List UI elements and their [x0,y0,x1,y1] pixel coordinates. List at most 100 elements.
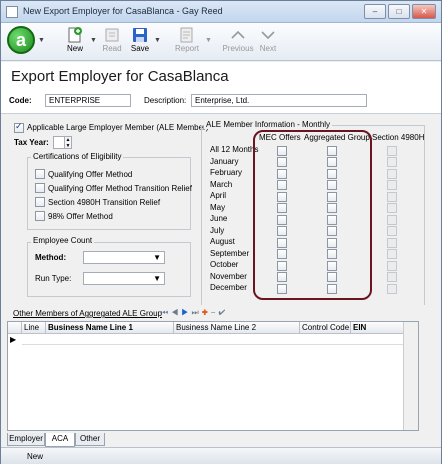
toolbar: a ▼ New ▼ Read Save ▼ Report ▼ Previous … [1,23,441,61]
next-label: Next [259,44,277,53]
col-ein[interactable]: EIN [351,322,405,334]
confirm-record-icon[interactable]: ✔ [218,308,228,317]
qualifying-offer-transition-checkbox[interactable] [35,183,45,193]
chevron-down-icon [261,31,275,40]
new-menu-arrow-icon[interactable]: ▼ [90,37,97,44]
qualifying-offer-transition-label: Qualifying Offer Method Transition Relie… [48,184,192,193]
section-4980h-checkbox[interactable] [387,237,397,248]
other-members-bar: Other Members of Aggregated ALE Group ⏮◀… [1,306,441,320]
run-type-select[interactable]: ▼ [83,272,165,285]
save-button[interactable]: Save [127,26,153,58]
ninety-eight-percent-checkbox[interactable] [35,211,45,221]
save-icon [133,28,147,42]
col-control-code[interactable]: Control Code [300,322,351,334]
logo-menu-arrow-icon[interactable]: ▼ [38,37,45,44]
description-label: Description: [144,96,187,105]
section-4980h-checkbox[interactable] [387,191,397,202]
ale-info-label: ALE Member Information - Monthly [204,120,333,129]
col-business-name-2[interactable]: Business Name Line 2 [174,322,300,334]
previous-record-icon[interactable]: ◀ [171,308,181,317]
section-4980h-checkbox[interactable] [387,203,397,213]
status-bar: New [1,447,441,464]
read-label: Read [102,44,122,53]
month-label: November [210,271,247,281]
report-label: Report [174,44,199,53]
read-button[interactable]: Read [99,26,125,58]
section-4980h-checkbox[interactable] [387,214,397,225]
tab-other[interactable]: Other [75,433,105,446]
section-4980h-checkbox[interactable] [387,180,397,190]
maximize-button[interactable]: □ [388,4,410,19]
title-bar: New Export Employer for CasaBlanca - Gay… [1,1,441,23]
previous-label: Previous [222,44,254,53]
save-menu-arrow-icon[interactable]: ▼ [154,37,161,44]
page-title: Export Employer for CasaBlanca [11,68,229,85]
method-select[interactable]: ▼ [83,251,165,264]
section-4980h-checkbox[interactable] [387,260,397,271]
col-section-4980h: Section 4980H [372,133,425,142]
report-menu-arrow-icon[interactable]: ▼ [205,37,212,44]
read-icon [105,28,119,42]
section-4980h-checkbox[interactable] [387,157,397,167]
next-button[interactable]: Next [255,26,281,58]
ale-member-checkbox[interactable] [14,121,24,133]
section-4980h-checkbox[interactable] [387,272,397,282]
run-type-label: Run Type: [35,274,72,283]
chevron-down-icon: ▼ [153,274,161,283]
chevron-down-icon: ▼ [153,253,161,262]
previous-button[interactable]: Previous [222,26,254,58]
employee-count-label: Employee Count [31,236,95,245]
month-label: February [210,168,243,177]
tab-aca[interactable]: ACA [45,433,75,447]
new-button[interactable]: New [61,26,89,58]
close-button[interactable]: ✕ [412,4,436,19]
certifications-label: Certifications of Eligibility [31,152,124,161]
code-label: Code: [9,96,32,105]
col-business-name-1[interactable]: Business Name Line 1 [46,322,174,334]
grid-scrollbar[interactable] [403,322,418,430]
method-label: Method: [35,253,67,262]
last-record-icon[interactable]: ⏭ [191,308,201,317]
new-label: New [66,44,83,53]
month-label: May [210,202,226,212]
aca-panel: Applicable Large Employer Member (ALE Me… [1,115,441,305]
add-record-icon[interactable]: ✚ [202,308,211,317]
month-label: July [210,225,225,235]
section-4980h-checkbox[interactable] [387,226,397,236]
month-label: March [210,179,233,189]
chevron-up-icon [231,30,245,39]
month-label: August [210,237,235,246]
next-record-icon[interactable]: ▶ [181,308,191,317]
other-members-grid[interactable]: Line Business Name Line 1 Business Name … [7,321,419,431]
record-header: Export Employer for CasaBlanca Code: ENT… [1,62,441,114]
section-4980h-checkbox[interactable] [387,145,397,156]
code-field[interactable]: ENTERPRISE [45,94,131,107]
section-4980h-checkbox[interactable] [387,283,397,294]
bottom-tabs: Employer ACA Other [1,433,441,447]
section-4980h-checkbox[interactable] [387,168,397,179]
first-record-icon[interactable]: ⏮ [161,308,171,317]
app-logo[interactable]: a [7,26,35,54]
month-label: October [210,260,239,269]
description-field[interactable]: Enterprise, Ltd. [191,94,367,107]
section-4980h-checkbox[interactable] [387,249,397,259]
qualifying-offer-checkbox[interactable] [35,169,45,179]
month-label: December [210,283,247,292]
report-button[interactable]: Report [171,26,203,58]
tax-year-spinner-icon[interactable]: ▲ ▼ [64,136,72,149]
section-4980h-transition-label: Section 4980H Transition Relief [48,198,161,207]
month-label: September [210,248,250,258]
highlight-annotation [253,130,372,300]
app-window: New Export Employer for CasaBlanca - Gay… [0,0,442,464]
col-line[interactable]: Line [22,322,46,334]
month-label: June [210,214,228,223]
minimize-button[interactable]: – [364,4,386,19]
section-4980h-transition-checkbox[interactable] [35,197,45,207]
app-icon [6,6,18,18]
new-document-icon [68,27,82,43]
table-row[interactable] [22,334,405,345]
tab-employer[interactable]: Employer [7,433,45,446]
window-title: New Export Employer for CasaBlanca - Gay… [23,6,223,16]
month-label: April [210,191,227,200]
qualifying-offer-label: Qualifying Offer Method [48,170,133,179]
